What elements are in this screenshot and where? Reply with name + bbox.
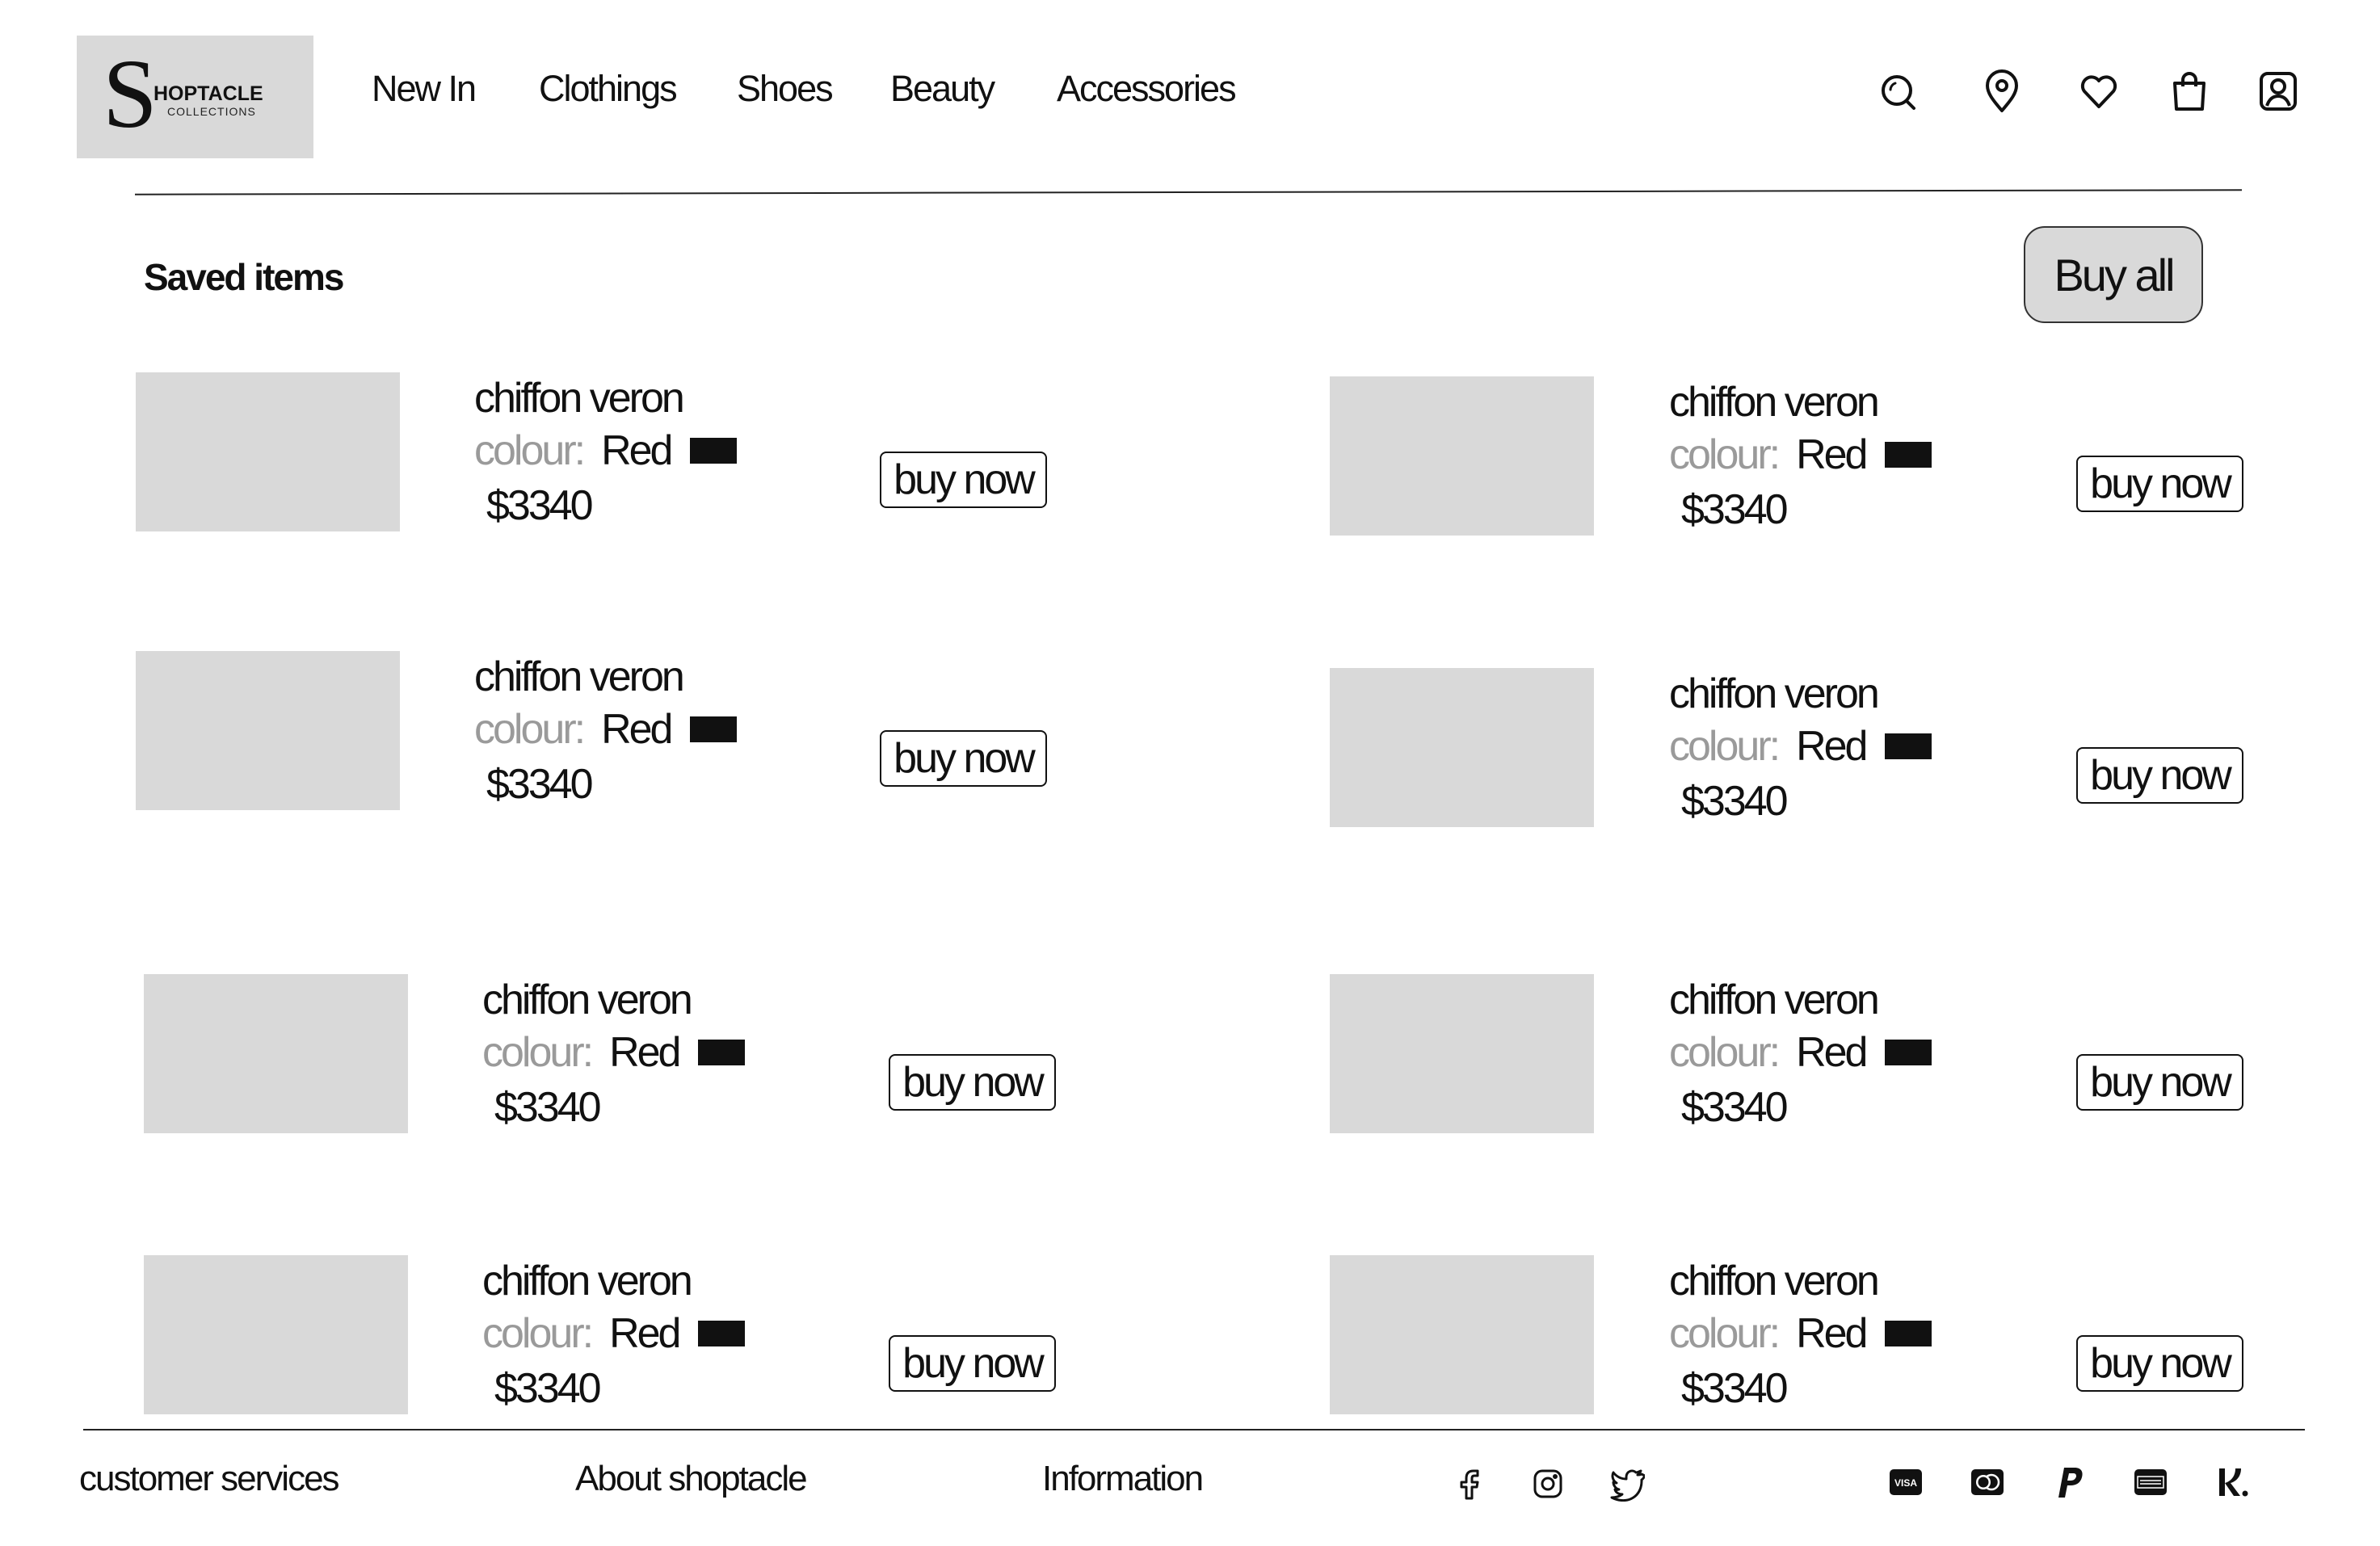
- product-name[interactable]: chiffon veron: [1669, 1257, 1880, 1305]
- nav-new-in[interactable]: New In: [372, 68, 477, 110]
- buy-now-button[interactable]: buy now: [2076, 1054, 2243, 1111]
- product-price: $3340: [1681, 1365, 1789, 1412]
- product-name[interactable]: chiffon veron: [474, 653, 685, 701]
- nav-beauty[interactable]: Beauty: [890, 68, 995, 110]
- paypal-icon: [2049, 1462, 2089, 1502]
- account-icon[interactable]: [2256, 67, 2301, 116]
- product-price: $3340: [486, 761, 594, 808]
- product-name[interactable]: chiffon veron: [1669, 976, 1880, 1024]
- search-icon[interactable]: [1876, 67, 1921, 116]
- heart-icon[interactable]: [2076, 67, 2121, 116]
- buy-now-button[interactable]: buy now: [2076, 456, 2243, 512]
- header-divider: [135, 189, 2242, 195]
- location-pin-icon[interactable]: [1979, 67, 2025, 116]
- logo-tagline: COLLECTIONS: [167, 105, 256, 118]
- colour-value: Red: [1796, 723, 1868, 770]
- klarna-icon: [2211, 1462, 2252, 1502]
- buy-now-button[interactable]: buy now: [889, 1335, 1056, 1392]
- brand-logo[interactable]: S HOPTACLE COLLECTIONS: [77, 36, 313, 158]
- buy-now-button[interactable]: buy now: [880, 730, 1047, 787]
- buy-now-button[interactable]: buy now: [889, 1054, 1056, 1111]
- product-image[interactable]: [136, 372, 400, 531]
- colour-swatch: [698, 1321, 746, 1346]
- colour-value: Red: [1796, 1310, 1868, 1357]
- page-title: Saved items: [144, 256, 344, 298]
- product-colour: colour: Red: [482, 1309, 746, 1358]
- colour-label: colour:: [1669, 431, 1781, 478]
- product-price: $3340: [486, 482, 594, 529]
- colour-label: colour:: [474, 706, 586, 753]
- colour-label: colour:: [1669, 1029, 1781, 1076]
- svg-text:VISA: VISA: [1894, 1477, 1917, 1489]
- colour-value: Red: [601, 427, 673, 474]
- product-image[interactable]: [1330, 668, 1594, 827]
- product-colour: colour: Red: [474, 705, 738, 754]
- product-colour: colour: Red: [1669, 722, 1932, 771]
- logo-initial: S: [103, 40, 158, 149]
- visa-icon: VISA: [1886, 1462, 1926, 1502]
- footer-about[interactable]: About shoptacle: [575, 1459, 808, 1499]
- facebook-icon[interactable]: [1449, 1464, 1490, 1504]
- colour-swatch: [698, 1040, 746, 1065]
- twitter-icon[interactable]: [1607, 1464, 1647, 1504]
- product-price: $3340: [494, 1084, 602, 1131]
- colour-swatch: [1885, 733, 1932, 759]
- american-express-icon: [2130, 1462, 2171, 1502]
- product-colour: colour: Red: [1669, 431, 1932, 479]
- colour-swatch: [1885, 1321, 1932, 1346]
- colour-value: Red: [609, 1029, 681, 1076]
- product-name[interactable]: chiffon veron: [482, 1257, 693, 1305]
- colour-swatch: [1885, 1040, 1932, 1065]
- buy-now-button[interactable]: buy now: [880, 452, 1047, 508]
- buy-now-button[interactable]: buy now: [2076, 1335, 2243, 1392]
- colour-value: Red: [601, 706, 673, 753]
- shopping-bag-icon[interactable]: [2167, 67, 2212, 116]
- product-name[interactable]: chiffon veron: [1669, 378, 1880, 426]
- footer-divider: [83, 1429, 2305, 1430]
- product-colour: colour: Red: [1669, 1309, 1932, 1358]
- nav-accessories[interactable]: Accessories: [1057, 68, 1237, 110]
- colour-value: Red: [1796, 1029, 1868, 1076]
- product-image[interactable]: [1330, 1255, 1594, 1414]
- buy-now-button[interactable]: buy now: [2076, 747, 2243, 804]
- nav-shoes[interactable]: Shoes: [737, 68, 834, 110]
- product-image[interactable]: [1330, 974, 1594, 1133]
- product-image[interactable]: [136, 651, 400, 810]
- footer-customer-services[interactable]: customer services: [79, 1459, 340, 1499]
- product-image[interactable]: [144, 974, 408, 1133]
- product-price: $3340: [1681, 1084, 1789, 1131]
- product-colour: colour: Red: [474, 426, 738, 475]
- product-name[interactable]: chiffon veron: [1669, 670, 1880, 718]
- colour-swatch: [690, 716, 738, 742]
- product-price: $3340: [1681, 778, 1789, 825]
- product-price: $3340: [1681, 486, 1789, 533]
- logo-name: HOPTACLE: [153, 82, 263, 105]
- instagram-icon[interactable]: [1528, 1464, 1568, 1504]
- footer-information[interactable]: Information: [1042, 1459, 1204, 1499]
- buy-all-button[interactable]: Buy all: [2024, 226, 2203, 323]
- product-price: $3340: [494, 1365, 602, 1412]
- product-colour: colour: Red: [1669, 1028, 1932, 1077]
- colour-label: colour:: [474, 427, 586, 474]
- colour-label: colour:: [482, 1029, 594, 1076]
- colour-swatch: [1885, 442, 1932, 468]
- colour-swatch: [690, 438, 738, 464]
- mastercard-icon: [1967, 1462, 2008, 1502]
- colour-label: colour:: [482, 1310, 594, 1357]
- colour-value: Red: [1796, 431, 1868, 478]
- product-colour: colour: Red: [482, 1028, 746, 1077]
- colour-label: colour:: [1669, 723, 1781, 770]
- product-name[interactable]: chiffon veron: [474, 374, 685, 422]
- colour-label: colour:: [1669, 1310, 1781, 1357]
- product-image[interactable]: [144, 1255, 408, 1414]
- product-name[interactable]: chiffon veron: [482, 976, 693, 1024]
- product-image[interactable]: [1330, 376, 1594, 536]
- colour-value: Red: [609, 1310, 681, 1357]
- nav-clothings[interactable]: Clothings: [539, 68, 678, 110]
